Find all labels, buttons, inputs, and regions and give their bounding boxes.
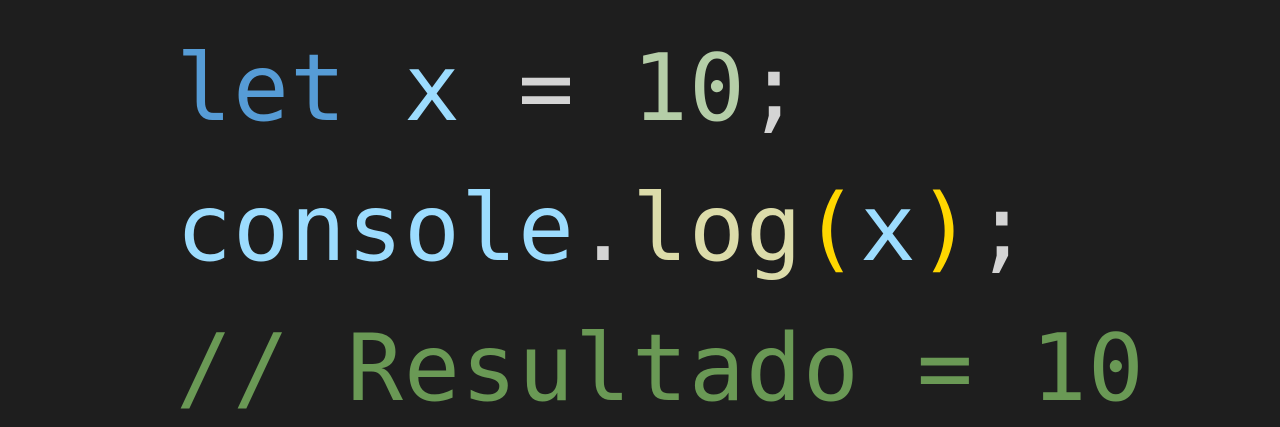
paren-open-token: ( [802,174,860,282]
object-token: console [176,174,575,282]
semicolon-token: ; [745,34,803,142]
method-token: log [631,174,803,282]
semicolon-token: ; [973,174,1031,282]
keyword-token: let [176,34,347,142]
code-line-1: let x = 10; [176,18,1145,158]
code-block[interactable]: let x = 10; console.log(x);// Resultado =… [176,18,1145,427]
variable-token: x [403,34,461,142]
paren-close-token: ) [916,174,974,282]
number-token: 10 [631,34,746,142]
operator-token: = [517,34,575,142]
code-line-3: // Resultado = 10 [176,298,1145,427]
dot-token: . [574,174,632,282]
argument-token: x [859,174,917,282]
comment-token: // Resultado = 10 [176,314,1145,422]
code-line-2: console.log(x); [176,158,1145,298]
code-editor: let x = 10; console.log(x);// Resultado =… [0,0,1280,427]
